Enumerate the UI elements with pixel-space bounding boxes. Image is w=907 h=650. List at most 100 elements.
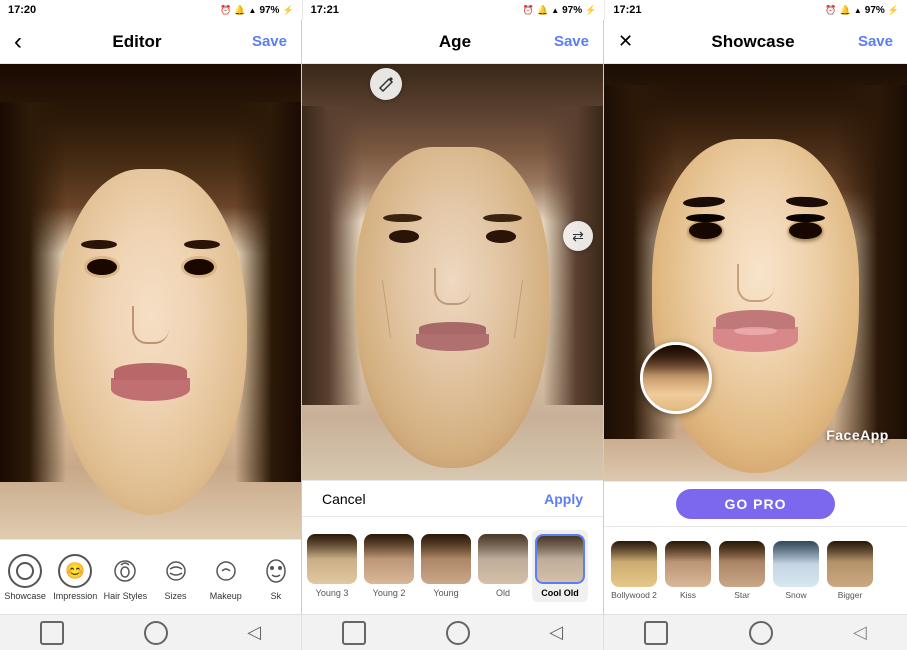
- nav-impression-label: Impression: [53, 591, 97, 601]
- age-photo: ⇄: [302, 64, 603, 480]
- nav-circle-1[interactable]: [144, 621, 168, 645]
- status-icons-1: ⏰ 🔔 ▲ 97% ⚡: [220, 5, 294, 16]
- nav-hairstyles-label: Hair Styles: [104, 591, 148, 601]
- cancel-button[interactable]: Cancel: [322, 491, 366, 507]
- nav-impression[interactable]: 😊 Impression: [53, 554, 97, 601]
- back-button[interactable]: ‹: [14, 30, 22, 54]
- upper-lip-young: [114, 363, 186, 380]
- nav-sizes[interactable]: Sizes: [154, 554, 198, 601]
- nav-back-2[interactable]: ◁: [549, 622, 563, 643]
- filter-young2-thumb: [364, 534, 414, 584]
- nav-circle-2[interactable]: [446, 621, 470, 645]
- arrows-icon-float[interactable]: ⇄: [563, 221, 593, 251]
- nav-sizes-label: Sizes: [165, 591, 187, 601]
- snow-label: Snow: [785, 590, 806, 600]
- status-bar-3: 17:21 ⏰ 🔔 ▲ 97% ⚡: [605, 0, 907, 20]
- nav-showcase[interactable]: Showcase: [3, 554, 47, 601]
- showcase-filter-bollywood2[interactable]: Bollywood 2: [608, 537, 660, 604]
- hairstyles-icon: [108, 554, 142, 588]
- bigger-thumb: [827, 541, 873, 587]
- showcase-filter-kiss[interactable]: Kiss: [662, 537, 714, 604]
- upper-lip-older: [419, 322, 485, 334]
- showcase-title: Showcase: [711, 32, 794, 52]
- battery-3: 97%: [865, 5, 885, 16]
- filter-coolold-label: Cool Old: [541, 588, 579, 598]
- filter-old-label: Old: [496, 588, 510, 598]
- status-bar-2: 17:21 ⏰ 🔔 ▲ 97% ⚡: [303, 0, 606, 20]
- nose-older: [434, 268, 470, 305]
- filter-old[interactable]: Old: [475, 530, 531, 602]
- nav-back-1[interactable]: ◁: [247, 622, 261, 643]
- age-filter-bar: Young 3 Young 2 Young: [302, 516, 603, 614]
- status-bar-1: 17:20 ⏰ 🔔 ▲ 97% ⚡: [0, 0, 303, 20]
- nav-square-1[interactable]: [40, 621, 64, 645]
- bottom-nav-3: ◁: [604, 615, 907, 650]
- nav-square-2[interactable]: [342, 621, 366, 645]
- bigger-label: Bigger: [838, 590, 863, 600]
- nav-sk[interactable]: Sk: [254, 554, 298, 601]
- nav-makeup[interactable]: Makeup: [204, 554, 248, 601]
- nav-circle-3[interactable]: [749, 621, 773, 645]
- showcase-header: ✕ Showcase Save: [604, 20, 907, 64]
- showcase-filter-snow[interactable]: Snow: [770, 537, 822, 604]
- sk-icon: [259, 554, 293, 588]
- eyebrow-right-older: [483, 214, 522, 222]
- eye-left-older: [389, 230, 419, 242]
- kiss-thumb: [665, 541, 711, 587]
- editor-title: Editor: [112, 32, 161, 52]
- filter-young2[interactable]: Young 2: [361, 530, 417, 602]
- showcase-save-button[interactable]: Save: [858, 33, 893, 50]
- status-bar-row: 17:20 ⏰ 🔔 ▲ 97% ⚡ 17:21 ⏰ 🔔 ▲ 97% ⚡ 17:2…: [0, 0, 907, 20]
- lips-young: [111, 378, 189, 402]
- nav-makeup-label: Makeup: [210, 591, 242, 601]
- status-icons-2: ⏰ 🔔 ▲ 97% ⚡: [523, 5, 597, 16]
- filter-young[interactable]: Young: [418, 530, 474, 602]
- makeup-icon: [209, 554, 243, 588]
- showcase-photo-area: FaceApp: [604, 64, 907, 481]
- nose-showcase: [737, 264, 773, 302]
- age-action-bar: Cancel Apply: [302, 480, 603, 516]
- panel-showcase: ✕ Showcase Save: [604, 20, 907, 614]
- star-label: Star: [734, 590, 750, 600]
- lip-highlight: [734, 327, 776, 335]
- nav-square-3[interactable]: [644, 621, 668, 645]
- bottom-nav-2: ◁: [302, 615, 604, 650]
- filter-young2-label: Young 2: [373, 588, 406, 598]
- nav-back-3[interactable]: ◁: [853, 622, 867, 643]
- go-pro-button[interactable]: GO PRO: [676, 489, 834, 519]
- showcase-filter-bigger[interactable]: Bigger: [824, 537, 876, 604]
- filter-young3-label: Young 3: [316, 588, 349, 598]
- showcase-filter-star[interactable]: Star: [716, 537, 768, 604]
- time-2: 17:21: [311, 4, 339, 16]
- go-pro-area: GO PRO: [604, 481, 907, 526]
- impression-icon: 😊: [58, 554, 92, 588]
- panel-editor: ‹ Editor Save: [0, 20, 302, 614]
- filter-young3[interactable]: Young 3: [304, 530, 360, 602]
- close-button[interactable]: ✕: [618, 31, 648, 52]
- status-icons-3: ⏰ 🔔 ▲ 97% ⚡: [825, 5, 899, 16]
- nav-sk-label: Sk: [271, 591, 282, 601]
- sizes-icon: [159, 554, 193, 588]
- eyebrow-right-young: [184, 240, 220, 250]
- apply-button[interactable]: Apply: [544, 491, 583, 507]
- age-header: Age Save: [302, 20, 603, 64]
- eye-right-young: [184, 259, 214, 276]
- nav-hairstyles[interactable]: Hair Styles: [103, 554, 147, 601]
- kiss-label: Kiss: [680, 590, 696, 600]
- age-save-button[interactable]: Save: [554, 33, 589, 50]
- edit-icon-float[interactable]: [370, 68, 402, 100]
- filter-old-thumb: [478, 534, 528, 584]
- editor-save-button[interactable]: Save: [252, 33, 287, 50]
- editor-header: ‹ Editor Save: [0, 20, 301, 64]
- snow-thumb: [773, 541, 819, 587]
- bollywood2-thumb: [611, 541, 657, 587]
- editor-nav: Showcase 😊 Impression Hair Styles: [0, 539, 301, 614]
- nose-young: [132, 306, 168, 344]
- showcase-skin: [652, 139, 858, 473]
- eye-right-older: [486, 230, 516, 242]
- age-title: Age: [439, 32, 471, 52]
- small-circle-thumbnail: [640, 342, 712, 414]
- panels-row: ‹ Editor Save: [0, 20, 907, 614]
- time-1: 17:20: [8, 4, 36, 16]
- filter-coolold[interactable]: Cool Old: [532, 530, 588, 602]
